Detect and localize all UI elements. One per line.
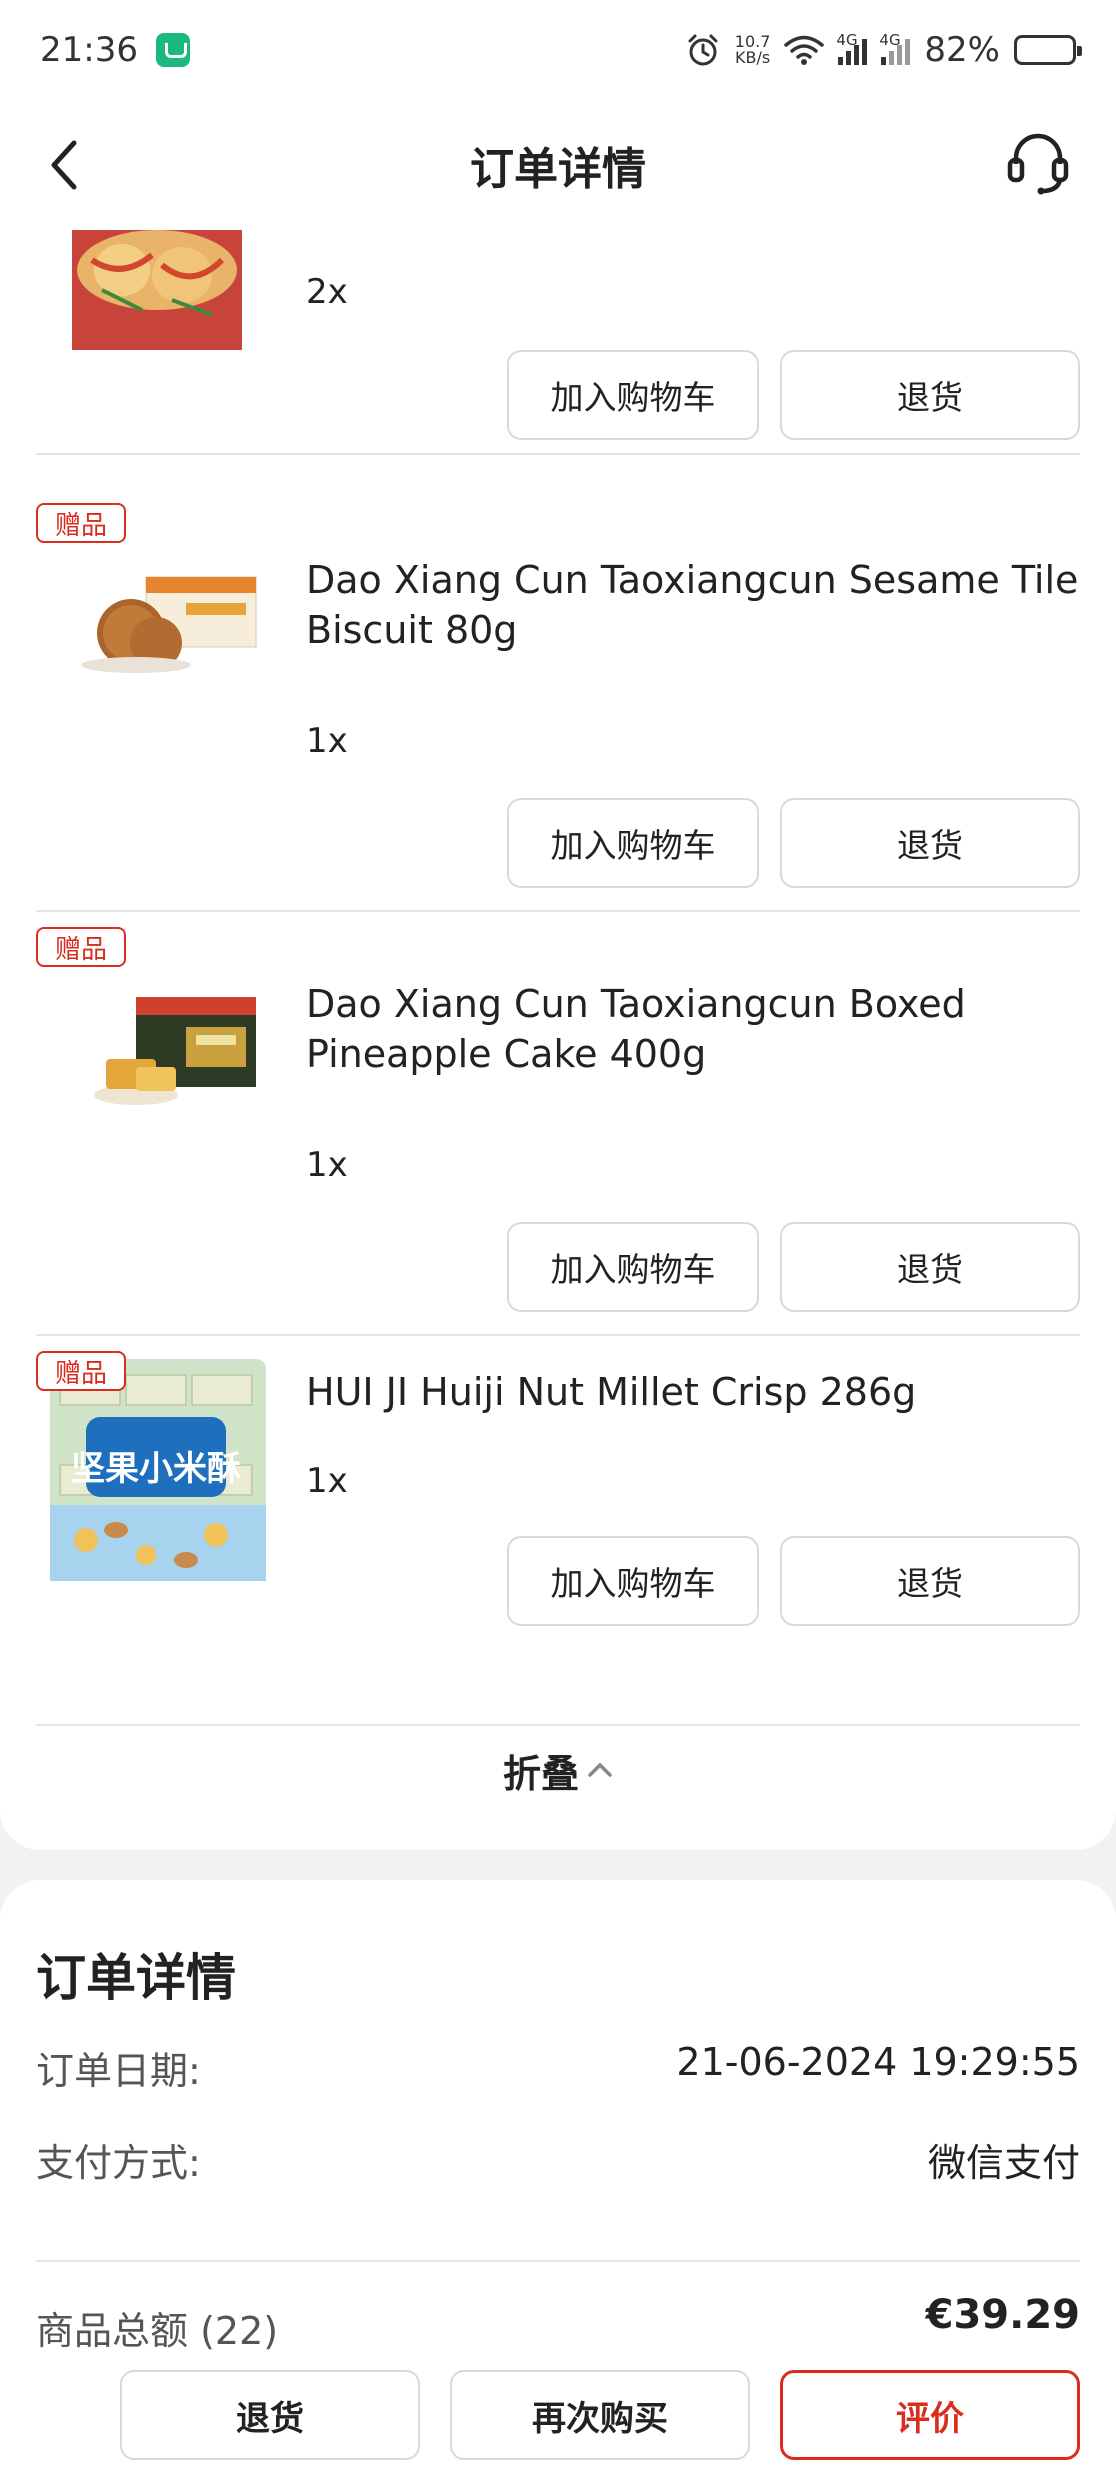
return-button[interactable]: 退货 (780, 1222, 1080, 1312)
order-date-value: 21-06-2024 19:29:55 (676, 2040, 1080, 2084)
status-time: 21:36 (40, 30, 138, 70)
payment-method-value: 微信支付 (927, 2141, 1080, 2185)
review-button[interactable]: 评价 (780, 2370, 1080, 2460)
back-button[interactable] (48, 138, 88, 192)
items-total-label: 商品总额 (22) (36, 2300, 278, 2355)
app-notification-icon (155, 33, 190, 67)
status-icons: 10.7 KB/s 4G 4G 82% (685, 30, 1082, 70)
return-order-button[interactable]: 退货 (120, 2370, 420, 2460)
product-name: Dao Xiang Cun Taoxiangcun Sesame Tile Bi… (306, 558, 1079, 652)
product-item: 赠品 坚果小米酥 HUI JI Huiji Nut Millet Crisp 2… (36, 1351, 1080, 1726)
status-bar: 21:36 10.7 KB/s 4G 4G 82% (0, 0, 1116, 100)
product-name: Dao Xiang Cun Taoxiangcun Boxed Pineappl… (306, 982, 966, 1076)
divider (36, 453, 1080, 455)
product-name: HUI JI Huiji Nut Millet Crisp 286g (306, 1370, 917, 1414)
product-quantity: 2x (306, 272, 348, 312)
network-type-2: 4G (879, 31, 901, 49)
payment-method-label: 支付方式: (36, 2141, 201, 2185)
alarm-icon (688, 34, 718, 66)
product-quantity: 1x (306, 721, 348, 761)
network-type-1: 4G (836, 31, 858, 49)
net-speed-unit: KB/s (735, 48, 771, 67)
nav-bar: 订单详情 (0, 100, 1116, 230)
product-image-text: 坚果小米酥 (71, 1449, 241, 1489)
chevron-up-icon (588, 1763, 612, 1777)
product-quantity: 1x (306, 1145, 348, 1185)
order-date-label: 订单日期: (36, 2049, 201, 2093)
return-button[interactable]: 退货 (780, 350, 1080, 440)
return-button[interactable]: 退货 (780, 1536, 1080, 1626)
order-date-row: 订单日期: 21-06-2024 19:29:55 (36, 2040, 1080, 2095)
payment-method-row: 支付方式: 微信支付 (36, 2132, 1080, 2187)
add-to-cart-button[interactable]: 加入购物车 (507, 1222, 759, 1312)
battery-percent: 82% (924, 30, 1000, 70)
bottom-action-bar: 退货 再次购买 评价 (0, 2350, 1116, 2480)
net-speed: 10.7 KB/s (735, 34, 771, 66)
collapse-button[interactable]: 折叠 (0, 1725, 1116, 1815)
product-item: 2x 加入购物车 退货 (36, 230, 1080, 455)
gift-tag: 赠品 (36, 927, 126, 967)
page-title: 订单详情 (470, 144, 646, 195)
customer-service-button[interactable] (1004, 130, 1072, 198)
gift-tag: 赠品 (36, 1351, 126, 1391)
battery-icon (1014, 35, 1082, 65)
items-total-value: €39.29 (925, 2292, 1080, 2338)
product-image (81, 576, 257, 673)
gift-tag: 赠品 (36, 503, 126, 543)
items-total-text: 商品总额 (36, 2309, 189, 2353)
collapse-label: 折叠 (502, 1751, 579, 1796)
signal-icon-2: 4G (879, 31, 911, 65)
headset-icon (1007, 133, 1069, 195)
add-to-cart-button[interactable]: 加入购物车 (507, 350, 759, 440)
signal-icon-1: 4G (836, 31, 868, 65)
add-to-cart-button[interactable]: 加入购物车 (507, 798, 759, 888)
product-image (94, 997, 256, 1105)
divider (36, 1334, 1080, 1336)
add-to-cart-button[interactable]: 加入购物车 (507, 1536, 759, 1626)
back-arrow-icon (51, 140, 77, 190)
product-image (72, 230, 242, 350)
order-detail-heading: 订单详情 (36, 1949, 236, 2007)
product-quantity: 1x (306, 1461, 348, 1501)
order-items-card: 2x 加入购物车 退货 赠品 Dao Xiang Cun Taoxiangcun… (0, 230, 1116, 1850)
buy-again-button[interactable]: 再次购买 (450, 2370, 750, 2460)
items-total-count: (22) (200, 2309, 279, 2353)
product-item: 赠品 Dao Xiang Cun Taoxiangcun Boxed Pinea… (36, 927, 1080, 1336)
divider (36, 910, 1080, 912)
divider (36, 2260, 1080, 2262)
wifi-icon (784, 35, 825, 65)
product-item: 赠品 Dao Xiang Cun Taoxiangcun Sesame Tile… (36, 503, 1080, 912)
return-button[interactable]: 退货 (780, 798, 1080, 888)
